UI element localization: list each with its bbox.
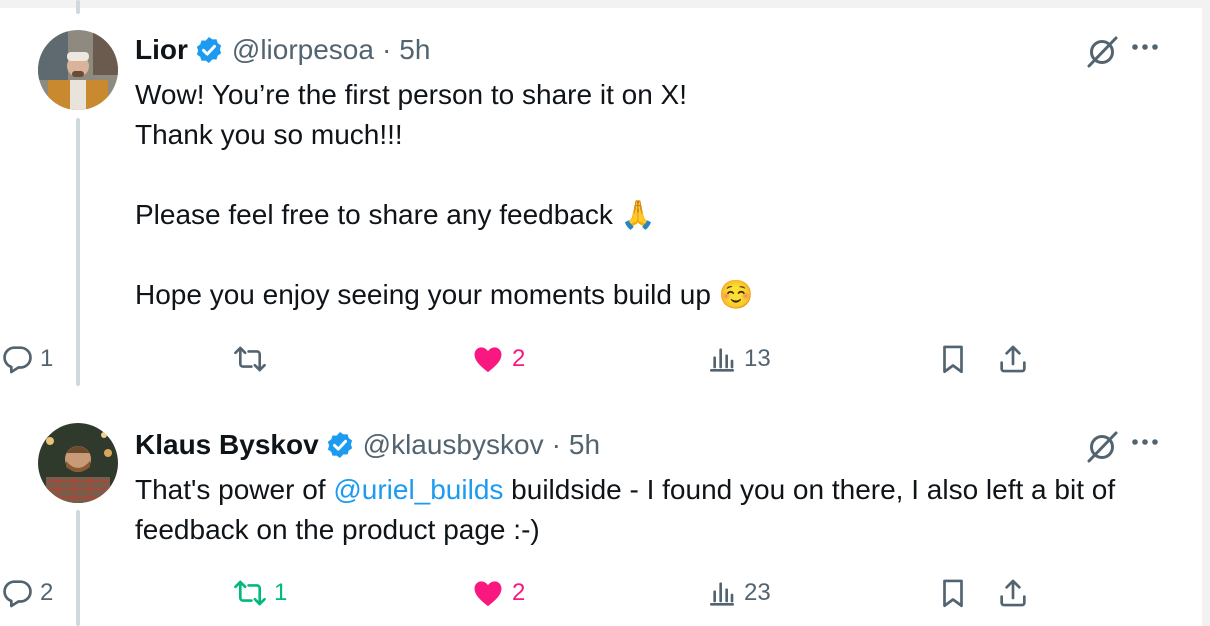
mention-link[interactable]: @uriel_builds [333, 474, 503, 505]
author-handle[interactable]: @klausbyskov [363, 429, 544, 461]
tweet-actions: 1 2 13 [0, 339, 1040, 379]
verified-badge-icon [196, 37, 222, 63]
grok-icon[interactable] [1083, 431, 1121, 463]
repost-icon [234, 580, 266, 606]
reply-count: 2 [40, 579, 54, 606]
separator-dot: · [551, 429, 561, 460]
author-handle[interactable]: @liorpesoa [232, 34, 374, 66]
heart-icon [474, 581, 502, 607]
author-name[interactable]: Lior [135, 34, 188, 66]
tweet-text-line: Thank you so much!!! [135, 119, 403, 150]
tweet-header: Klaus Byskov @klausbyskov · 5h [135, 425, 1165, 465]
tweet-text-line [135, 235, 1165, 275]
views-button[interactable]: 23 [706, 573, 771, 613]
reply-button[interactable]: 2 [0, 573, 53, 613]
like-button[interactable]: 2 [470, 573, 525, 613]
repost-button[interactable] [232, 339, 274, 379]
views-count: 13 [744, 345, 771, 372]
repost-icon [234, 346, 266, 372]
tweet-text-segment: That's power of [135, 474, 334, 505]
tweet-text: That's power of @uriel_builds buildside … [135, 470, 1165, 550]
like-count: 2 [512, 345, 526, 372]
tweet-text-line [135, 155, 1165, 195]
like-button[interactable]: 2 [470, 339, 525, 379]
timestamp[interactable]: 5h [399, 34, 430, 66]
reply-button[interactable]: 1 [0, 339, 53, 379]
tweet-header: Lior @liorpesoa · 5h [135, 30, 1165, 70]
more-icon[interactable] [1125, 427, 1165, 457]
repost-button[interactable]: 1 [232, 573, 287, 613]
timestamp[interactable]: 5h [569, 429, 600, 461]
tweet[interactable]: Klaus Byskov @klausbyskov · 5h That's po… [0, 395, 1200, 626]
avatar[interactable] [38, 423, 118, 503]
reply-icon [3, 580, 32, 608]
tweet-text-line: Wow! You’re the first person to share it… [135, 79, 688, 110]
tweet-actions: 2 1 2 23 [0, 573, 1040, 613]
grok-icon[interactable] [1083, 36, 1121, 68]
share-icon [1000, 345, 1026, 373]
avatar[interactable] [38, 30, 118, 110]
share-button[interactable] [996, 339, 1030, 379]
separator-dot: · [381, 34, 392, 65]
tweet-text-line: Hope you enjoy seeing your moments build… [135, 279, 754, 310]
author-name[interactable]: Klaus Byskov [135, 429, 319, 461]
tweet[interactable]: Lior @liorpesoa · 5h Wow! You’re the fir… [0, 0, 1200, 395]
reply-count: 1 [40, 345, 54, 372]
bookmark-button[interactable] [936, 339, 970, 379]
tweet-text: Wow! You’re the first person to share it… [135, 75, 1165, 315]
share-button[interactable] [996, 573, 1030, 613]
views-icon [710, 582, 734, 606]
views-icon [710, 348, 734, 372]
right-divider [1202, 0, 1210, 626]
views-button[interactable]: 13 [706, 339, 771, 379]
reply-icon [3, 346, 32, 374]
tweet-text-line: Please feel free to share any feedback 🙏 [135, 199, 656, 230]
heart-icon [474, 347, 502, 373]
like-count: 2 [512, 579, 526, 606]
more-icon[interactable] [1125, 32, 1165, 62]
bookmark-icon [943, 345, 963, 374]
share-icon [1000, 579, 1026, 607]
repost-count: 1 [274, 579, 288, 606]
bookmark-icon [943, 579, 963, 608]
bookmark-button[interactable] [936, 573, 970, 613]
views-count: 23 [744, 579, 771, 606]
verified-badge-icon [327, 432, 352, 458]
